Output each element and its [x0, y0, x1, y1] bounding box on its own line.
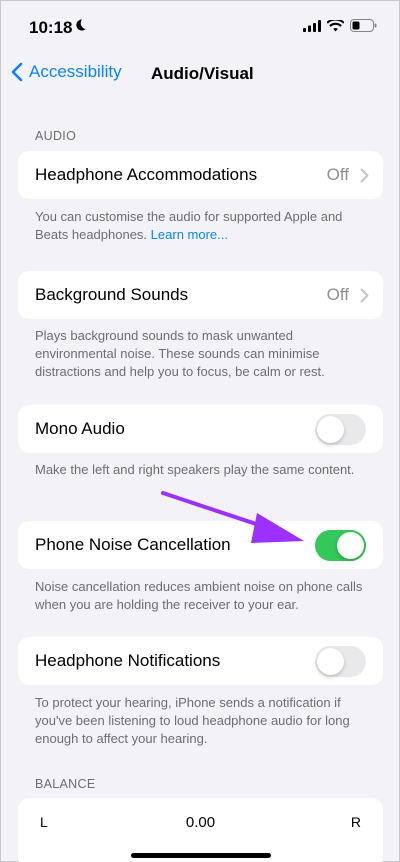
- moon-icon: [76, 19, 86, 31]
- background-sounds-value: Off: [326, 285, 349, 304]
- back-button-label: Accessibility: [29, 62, 122, 81]
- headphone-notifications-footer: To protect your hearing, iPhone sends a …: [35, 695, 350, 746]
- page-title: Audio/Visual: [151, 64, 254, 83]
- headphone-notifications-label: Headphone Notifications: [35, 651, 221, 670]
- mono-audio-toggle[interactable]: [315, 414, 366, 445]
- navigation-bar: Accessibility Audio/Visual: [1, 53, 399, 93]
- headphone-accommodations-footer: You can customise the audio for supporte…: [35, 208, 375, 244]
- balance-value: 0.00: [185, 814, 216, 831]
- wifi-icon: [327, 19, 344, 31]
- status-icons: [303, 19, 377, 32]
- mono-audio-label: Mono Audio: [35, 419, 125, 438]
- balance-right-label: R: [350, 814, 361, 830]
- chevron-left-icon: [11, 62, 23, 82]
- phone-noise-cancellation-footer: Noise cancellation reduces ambient noise…: [35, 579, 363, 612]
- headphone-accommodations-label: Headphone Accommodations: [35, 165, 258, 184]
- toggle-knob: [337, 532, 364, 559]
- section-header-balance: BALANCE: [35, 777, 96, 791]
- cellular-signal-icon: [303, 19, 321, 32]
- toggle-knob: [317, 416, 344, 443]
- section-header-audio: AUDIO: [35, 129, 77, 143]
- back-button[interactable]: Accessibility: [11, 62, 122, 82]
- phone-noise-cancellation-toggle[interactable]: [315, 530, 366, 561]
- background-sounds-footer: Plays background sounds to mask unwanted…: [35, 328, 325, 379]
- background-sounds-label: Background Sounds: [35, 285, 189, 304]
- home-indicator: [131, 853, 271, 858]
- headphone-accommodations-value: Off: [326, 165, 349, 184]
- background-sounds-row[interactable]: Background Sounds Off: [18, 271, 383, 319]
- status-time: 10:18: [29, 18, 73, 37]
- battery-icon: [350, 19, 377, 32]
- mono-audio-footer: Make the left and right speakers play th…: [35, 462, 355, 477]
- status-bar: 10:18: [1, 1, 399, 53]
- mono-audio-row: Mono Audio: [18, 405, 383, 453]
- learn-more-link[interactable]: Learn more...: [151, 227, 228, 242]
- headphone-notifications-toggle[interactable]: [315, 646, 366, 677]
- headphone-accommodations-row[interactable]: Headphone Accommodations Off: [18, 151, 383, 199]
- toggle-knob: [317, 648, 344, 675]
- headphone-notifications-row: Headphone Notifications: [18, 637, 383, 685]
- chevron-right-icon: [360, 288, 369, 303]
- annotation-arrow-icon: [161, 491, 304, 543]
- chevron-right-icon: [360, 168, 369, 183]
